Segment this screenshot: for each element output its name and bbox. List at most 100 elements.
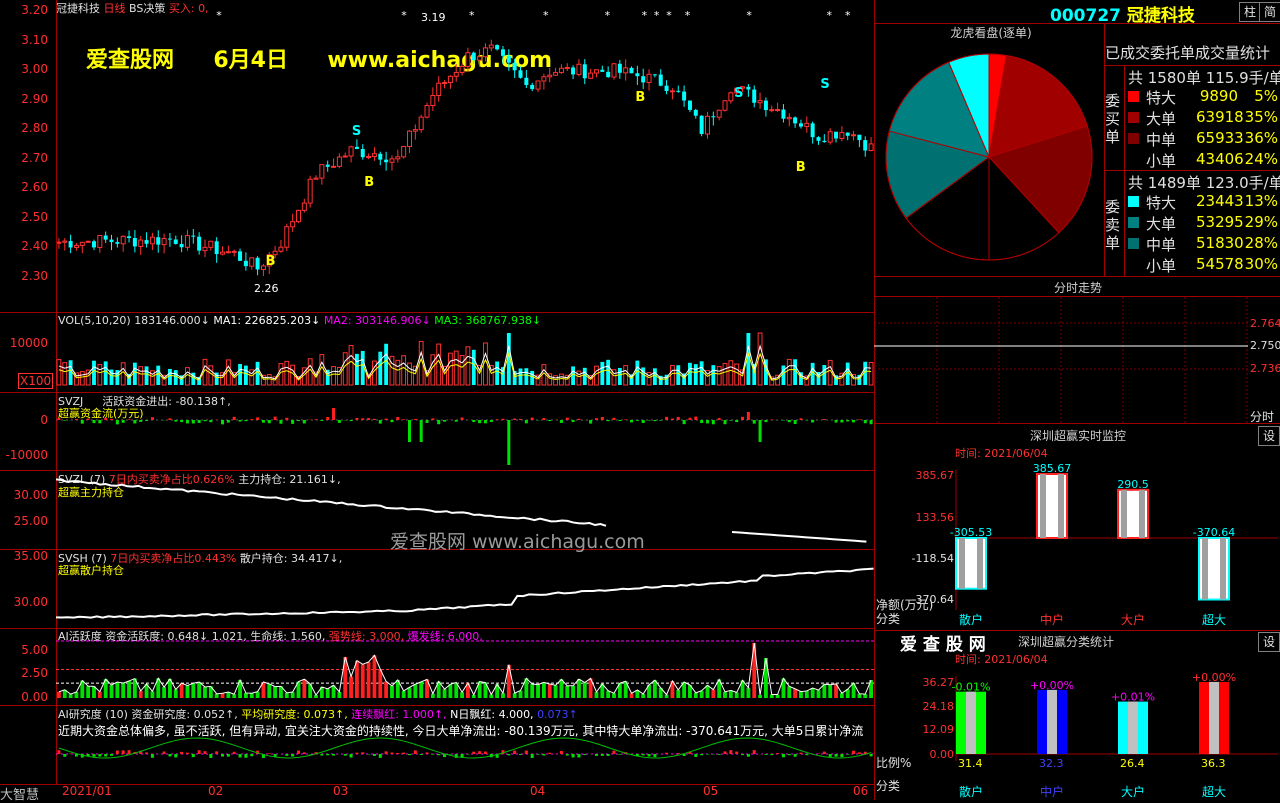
active-bar [817,690,821,698]
active-bar [273,687,277,698]
row-percent: 28% [1245,234,1278,252]
ratio-bar-shade [1128,702,1138,754]
legend-swatch [1128,196,1139,207]
price-tick: 2.40 [0,239,48,253]
flow-bar [291,420,294,424]
ratio-bar-chart: 36.2724.1812.090.00比例%分类-0.01%31.4散户+0.0… [874,666,1280,800]
candle-body [647,74,651,82]
candle-body [507,56,511,63]
flow-bar [461,418,464,420]
volume-bar [676,365,680,385]
flow-bar [589,420,592,424]
bar-view-button[interactable]: 柱 [1239,2,1261,22]
price-tick: 2.30 [0,269,48,283]
active-bar [776,695,780,698]
kline-chart-area[interactable]: 冠捷科技 日线 BS决策 买入: 0, 爱查股网 6月4日 www.aichag… [0,0,874,800]
volume-plot[interactable] [56,313,874,392]
active-bar [349,677,353,698]
research-bar [542,754,545,756]
legend-swatch [1128,112,1139,123]
order-pie-chart [876,40,1102,274]
research-bar [700,754,703,755]
research-bar [122,750,125,754]
candle-body [787,117,791,118]
candle-body [635,73,639,76]
star-marker: * [605,9,611,22]
research-bar [507,754,510,755]
row-value: 54578 [1196,255,1238,273]
research-bar [268,753,271,754]
sell-total: 共 1489单 123.0手/单 [1128,172,1280,193]
active-bar [746,688,750,698]
flow-bar [764,420,767,422]
candle-body [402,147,406,157]
research-bar [385,751,388,754]
volume-bar [384,344,388,385]
candlestick-plot[interactable]: ************BSBBSBS [56,0,874,312]
research-bar [840,754,843,757]
flow-bar [566,418,569,420]
class-settings-button[interactable]: 设 [1258,632,1280,652]
active-bar [390,686,394,698]
research-bar [291,754,294,756]
research-bar [367,754,370,755]
row-value: 43406 [1196,150,1238,168]
candle-body [606,72,610,77]
candle-body [822,141,826,142]
flow-bar [139,420,142,422]
active-bar [57,692,61,698]
research-bar [303,752,306,754]
star-marker: * [666,9,672,22]
main-holding-line [56,479,606,525]
candle-body [302,203,306,210]
research-bar [665,753,668,754]
volume-bar [174,370,178,385]
flow-bar [332,408,335,420]
research-bar [437,754,440,755]
category-label: 大户 [1121,784,1145,799]
volume-bar [723,363,727,385]
flow-bar [601,417,604,420]
active-bar [770,695,774,698]
monitor-settings-button[interactable]: 设 [1258,426,1280,446]
candle-body [729,93,733,101]
research-bar [525,751,528,754]
research-bar [741,754,744,755]
capital-flow-plot[interactable] [56,393,874,470]
candle-body [630,68,634,73]
flow-bar [250,419,253,420]
candle-body [145,240,149,244]
volume-bar [332,367,336,385]
research-bar [63,754,66,757]
category-label: 大户 [1121,612,1145,627]
flow-bar [759,420,762,442]
star-marker: * [216,9,222,22]
volume-bar [168,369,172,385]
bs-signal: S [734,86,743,101]
volume-bar [600,362,604,385]
ai-research-plot[interactable] [56,706,874,784]
star-marker: * [642,9,648,22]
candle-body [314,178,318,179]
row-value: 9890 [1196,87,1238,105]
retail-holding-plot[interactable] [56,550,874,628]
monitor-axis-tick: 385.67 [916,469,955,482]
volume-bar [355,354,359,385]
ai-active-plot[interactable] [56,629,874,705]
research-bar [145,752,148,754]
volume-bar [63,363,67,385]
time-axis-tick: 2.736 [1250,362,1280,375]
flow-bar [595,418,598,420]
flow-bar [741,417,744,420]
active-bar [203,687,207,698]
intraday-chart[interactable] [874,297,1280,423]
active-bar [729,690,733,698]
bs-signal: B [266,254,276,269]
candle-body [612,64,616,77]
simple-view-button[interactable]: 简 [1259,2,1280,22]
candle-body [705,116,709,134]
active-bar [577,679,581,698]
volume-bar [396,360,400,385]
volume-bar [285,361,289,385]
candle-body [407,131,411,146]
